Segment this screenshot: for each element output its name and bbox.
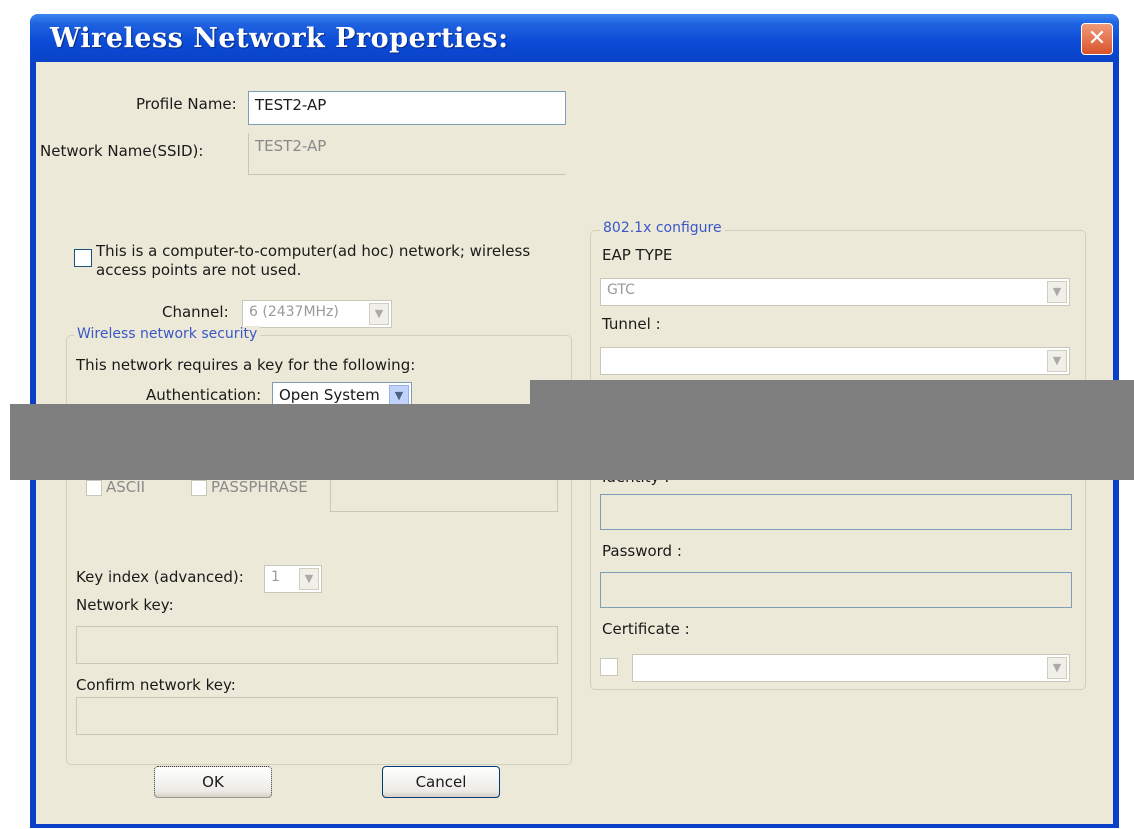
- tunnel-label: Tunnel :: [602, 315, 661, 333]
- security-requires-text: This network requires a key for the foll…: [76, 356, 416, 374]
- confirm-key-label: Confirm network key:: [76, 676, 236, 694]
- authentication-label: Authentication:: [146, 386, 262, 404]
- certificate-select[interactable]: ▼: [632, 654, 1070, 682]
- ssid-label: Network Name(SSID):: [40, 142, 204, 160]
- certificate-label: Certificate :: [602, 620, 690, 638]
- eap-group-title: 802.1x configure: [600, 220, 725, 236]
- network-key-input[interactable]: [76, 626, 558, 664]
- authentication-value: Open System: [279, 386, 380, 404]
- title-bar[interactable]: Wireless Network Properties: ✕: [30, 14, 1119, 62]
- adhoc-checkbox[interactable]: [74, 249, 92, 267]
- redaction-bar: [10, 404, 1134, 480]
- password-label: Password :: [602, 542, 682, 560]
- ssid-input[interactable]: TEST2-AP: [248, 133, 566, 175]
- profile-name-input[interactable]: TEST2-AP: [248, 91, 566, 125]
- password-input[interactable]: [600, 572, 1072, 608]
- close-button[interactable]: ✕: [1081, 23, 1113, 55]
- network-key-label: Network key:: [76, 596, 174, 614]
- passphrase-checkbox[interactable]: [191, 480, 207, 496]
- chevron-down-icon: ▼: [1047, 657, 1067, 679]
- eap-type-value: GTC: [607, 282, 635, 298]
- tunnel-select[interactable]: ▼: [600, 347, 1070, 375]
- chevron-down-icon: ▼: [299, 568, 319, 590]
- profile-name-label: Profile Name:: [136, 95, 237, 113]
- close-icon: ✕: [1087, 26, 1107, 51]
- redaction-bar-upper: [530, 380, 1134, 406]
- identity-input[interactable]: [600, 494, 1072, 530]
- adhoc-label: This is a computer-to-computer(ad hoc) n…: [96, 242, 531, 279]
- certificate-checkbox[interactable]: [600, 658, 618, 676]
- channel-select[interactable]: 6 (2437MHz) ▼: [242, 300, 392, 328]
- window-title: Wireless Network Properties:: [50, 23, 509, 54]
- cancel-button[interactable]: Cancel: [382, 766, 500, 798]
- ok-button[interactable]: OK: [154, 766, 272, 798]
- chevron-down-icon: ▼: [369, 303, 389, 325]
- eap-type-label: EAP TYPE: [602, 246, 673, 264]
- passphrase-label: PASSPHRASE: [211, 478, 308, 496]
- chevron-down-icon: ▼: [1047, 350, 1067, 372]
- confirm-key-input[interactable]: [76, 697, 558, 735]
- channel-value: 6 (2437MHz): [249, 304, 339, 320]
- ascii-checkbox[interactable]: [86, 480, 102, 496]
- eap-type-select[interactable]: GTC ▼: [600, 278, 1070, 306]
- key-index-value: 1: [271, 569, 280, 585]
- key-index-label: Key index (advanced):: [76, 568, 244, 586]
- channel-label: Channel:: [162, 303, 229, 321]
- ascii-label: ASCII: [106, 478, 146, 496]
- chevron-down-icon: ▼: [1047, 281, 1067, 303]
- security-group-title: Wireless network security: [74, 326, 261, 342]
- key-index-select[interactable]: 1 ▼: [264, 565, 322, 593]
